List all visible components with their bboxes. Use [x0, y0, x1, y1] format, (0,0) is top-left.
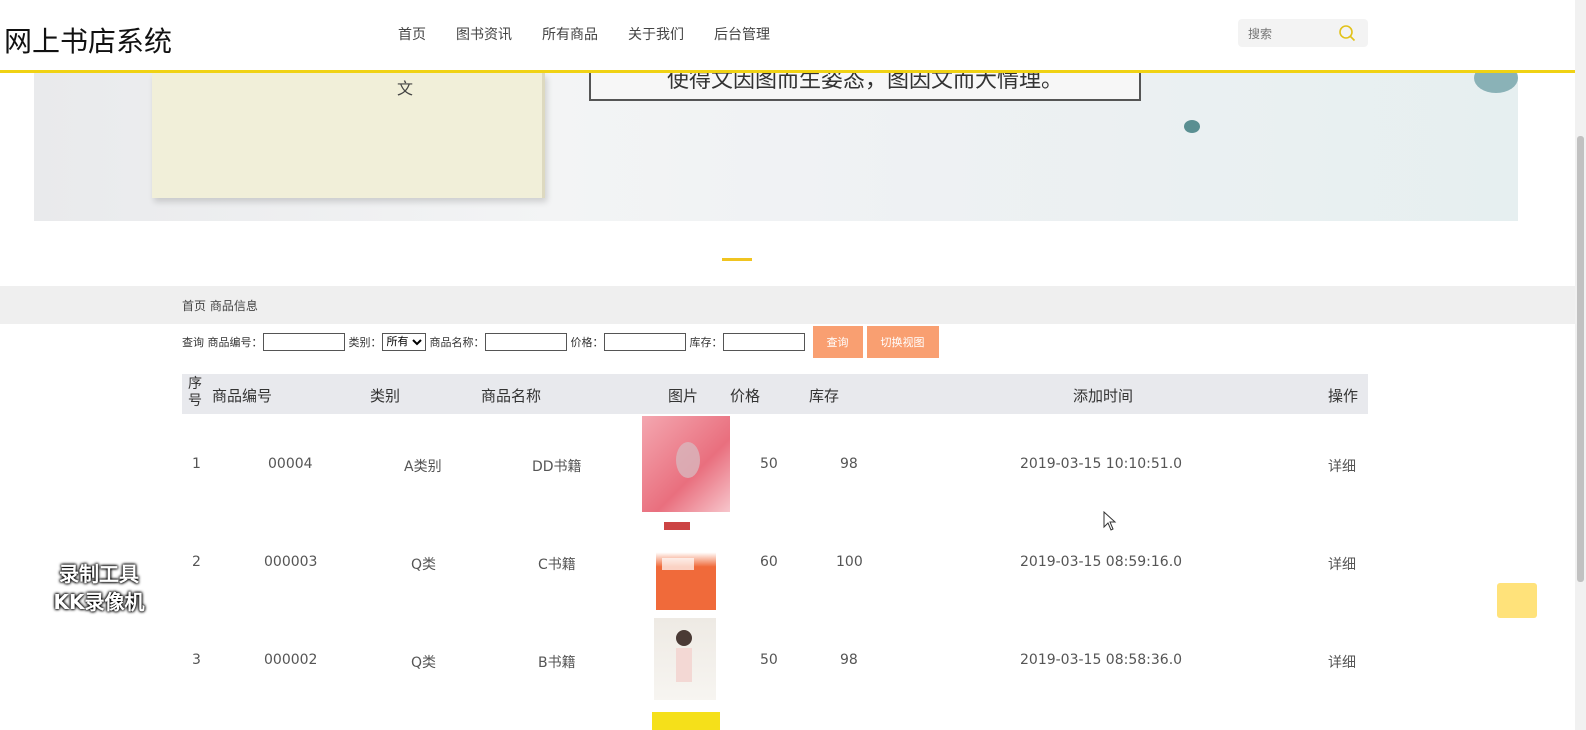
cell-code: 000003	[264, 554, 318, 570]
floating-side-tab[interactable]	[1497, 583, 1537, 618]
name-label: 商品名称：	[429, 336, 485, 349]
nav-home[interactable]: 首页	[398, 24, 426, 44]
cell-added-time: 2019-03-15 08:59:16.0	[1020, 554, 1183, 570]
col-added-time: 添加时间	[1073, 387, 1134, 405]
search-icon[interactable]	[1338, 24, 1356, 42]
query-label: 查询	[182, 336, 204, 349]
breadcrumb-bar: 首页 商品信息	[0, 286, 1575, 324]
book-cover-char: 文	[397, 79, 414, 98]
mouse-cursor-icon	[1103, 511, 1117, 531]
cell-price: 50	[760, 652, 778, 668]
name-field[interactable]	[484, 333, 567, 351]
nav-about-us[interactable]: 关于我们	[628, 24, 684, 44]
site-brand[interactable]: 网上书店系统	[4, 20, 172, 60]
cell-name: B书籍	[538, 655, 576, 671]
detail-link[interactable]: 详细	[1328, 554, 1356, 574]
banner-decoration	[1184, 120, 1200, 133]
cell-code: 00004	[268, 456, 313, 472]
col-price: 价格	[730, 387, 761, 405]
product-thumbnail-partial[interactable]	[652, 712, 720, 730]
scrollbar-thumb[interactable]	[1577, 136, 1584, 582]
stock-label: 库存：	[689, 336, 723, 349]
table-row: 2 000003 Q类 C书籍 60 100 2019-03-15 08:59:…	[182, 514, 1368, 612]
col-category: 类别	[370, 387, 401, 405]
cell-seq: 3	[192, 652, 201, 668]
cell-category: A类别	[404, 459, 442, 475]
cell-stock: 100	[836, 554, 863, 570]
cell-seq: 1	[192, 456, 201, 472]
price-field[interactable]	[603, 333, 686, 351]
watermark-line: 录制工具	[59, 562, 139, 586]
cell-price: 50	[760, 456, 778, 472]
col-code: 商品编号	[212, 387, 273, 405]
stock-field[interactable]	[722, 333, 805, 351]
code-label: 商品编号：	[207, 336, 263, 349]
cell-added-time: 2019-03-15 08:58:36.0	[1020, 652, 1183, 668]
cell-name: C书籍	[538, 557, 576, 573]
cell-category: Q类	[411, 655, 437, 671]
banner-book-image: 文	[152, 73, 545, 198]
code-field[interactable]	[262, 333, 345, 351]
watermark-line: KK录像机	[53, 590, 145, 614]
price-label: 价格：	[570, 336, 604, 349]
cell-code: 000002	[264, 652, 318, 668]
search-input[interactable]	[1246, 24, 1334, 44]
nav-admin[interactable]: 后台管理	[714, 24, 770, 44]
col-name: 商品名称	[481, 387, 542, 405]
detail-link[interactable]: 详细	[1328, 652, 1356, 672]
col-stock: 库存	[809, 387, 840, 405]
page-scrollbar[interactable]	[1575, 0, 1586, 730]
switch-view-button[interactable]: 切换视图	[866, 326, 939, 358]
cell-stock: 98	[840, 652, 858, 668]
col-image: 图片	[668, 387, 699, 405]
category-select[interactable]: 所有	[381, 333, 426, 351]
cell-name: DD书籍	[532, 459, 582, 475]
cell-added-time: 2019-03-15 10:10:51.0	[1020, 456, 1183, 472]
main-nav: 首页 图书资讯 所有商品 关于我们 后台管理	[398, 24, 800, 44]
cell-stock: 98	[840, 456, 858, 472]
top-header: 网上书店系统 首页 图书资讯 所有商品 关于我们 后台管理	[0, 0, 1575, 73]
detail-link[interactable]: 详细	[1328, 456, 1356, 476]
table-header: 序号 商品编号 类别 商品名称 图片 价格 库存 添加时间 操作	[182, 374, 1368, 414]
col-operation: 操作	[1328, 387, 1359, 405]
product-thumbnail[interactable]	[654, 618, 716, 700]
table-row: 3 000002 Q类 B书籍 50 98 2019-03-15 08:58:3…	[182, 612, 1368, 710]
breadcrumb: 首页 商品信息	[182, 299, 258, 313]
product-thumbnail[interactable]	[656, 514, 716, 610]
cell-category: Q类	[411, 557, 437, 573]
query-form: 查询 商品编号： 类别： 所有 商品名称： 价格： 库存： 查询 切换视图	[182, 325, 939, 359]
category-label: 类别：	[348, 336, 382, 349]
cell-seq: 2	[192, 554, 201, 570]
cell-price: 60	[760, 554, 778, 570]
banner-decoration	[1474, 73, 1518, 93]
search-box	[1238, 19, 1368, 47]
nav-book-news[interactable]: 图书资讯	[456, 24, 512, 44]
carousel-indicator[interactable]	[722, 258, 752, 261]
recorder-watermark: 录制工具 KK录像机	[32, 560, 166, 616]
nav-all-products[interactable]: 所有商品	[542, 24, 598, 44]
table-row: 1 00004 A类别 DD书籍 50 98 2019-03-15 10:10:…	[182, 416, 1368, 514]
col-seq: 序号	[188, 376, 202, 409]
banner-slogan: 使得文因图而生姿态，图因文而大情理。	[589, 73, 1141, 101]
banner-carousel[interactable]: 文 使得文因图而生姿态，图因文而大情理。	[34, 73, 1518, 221]
query-button[interactable]: 查询	[812, 326, 863, 358]
product-thumbnail[interactable]	[642, 416, 730, 512]
